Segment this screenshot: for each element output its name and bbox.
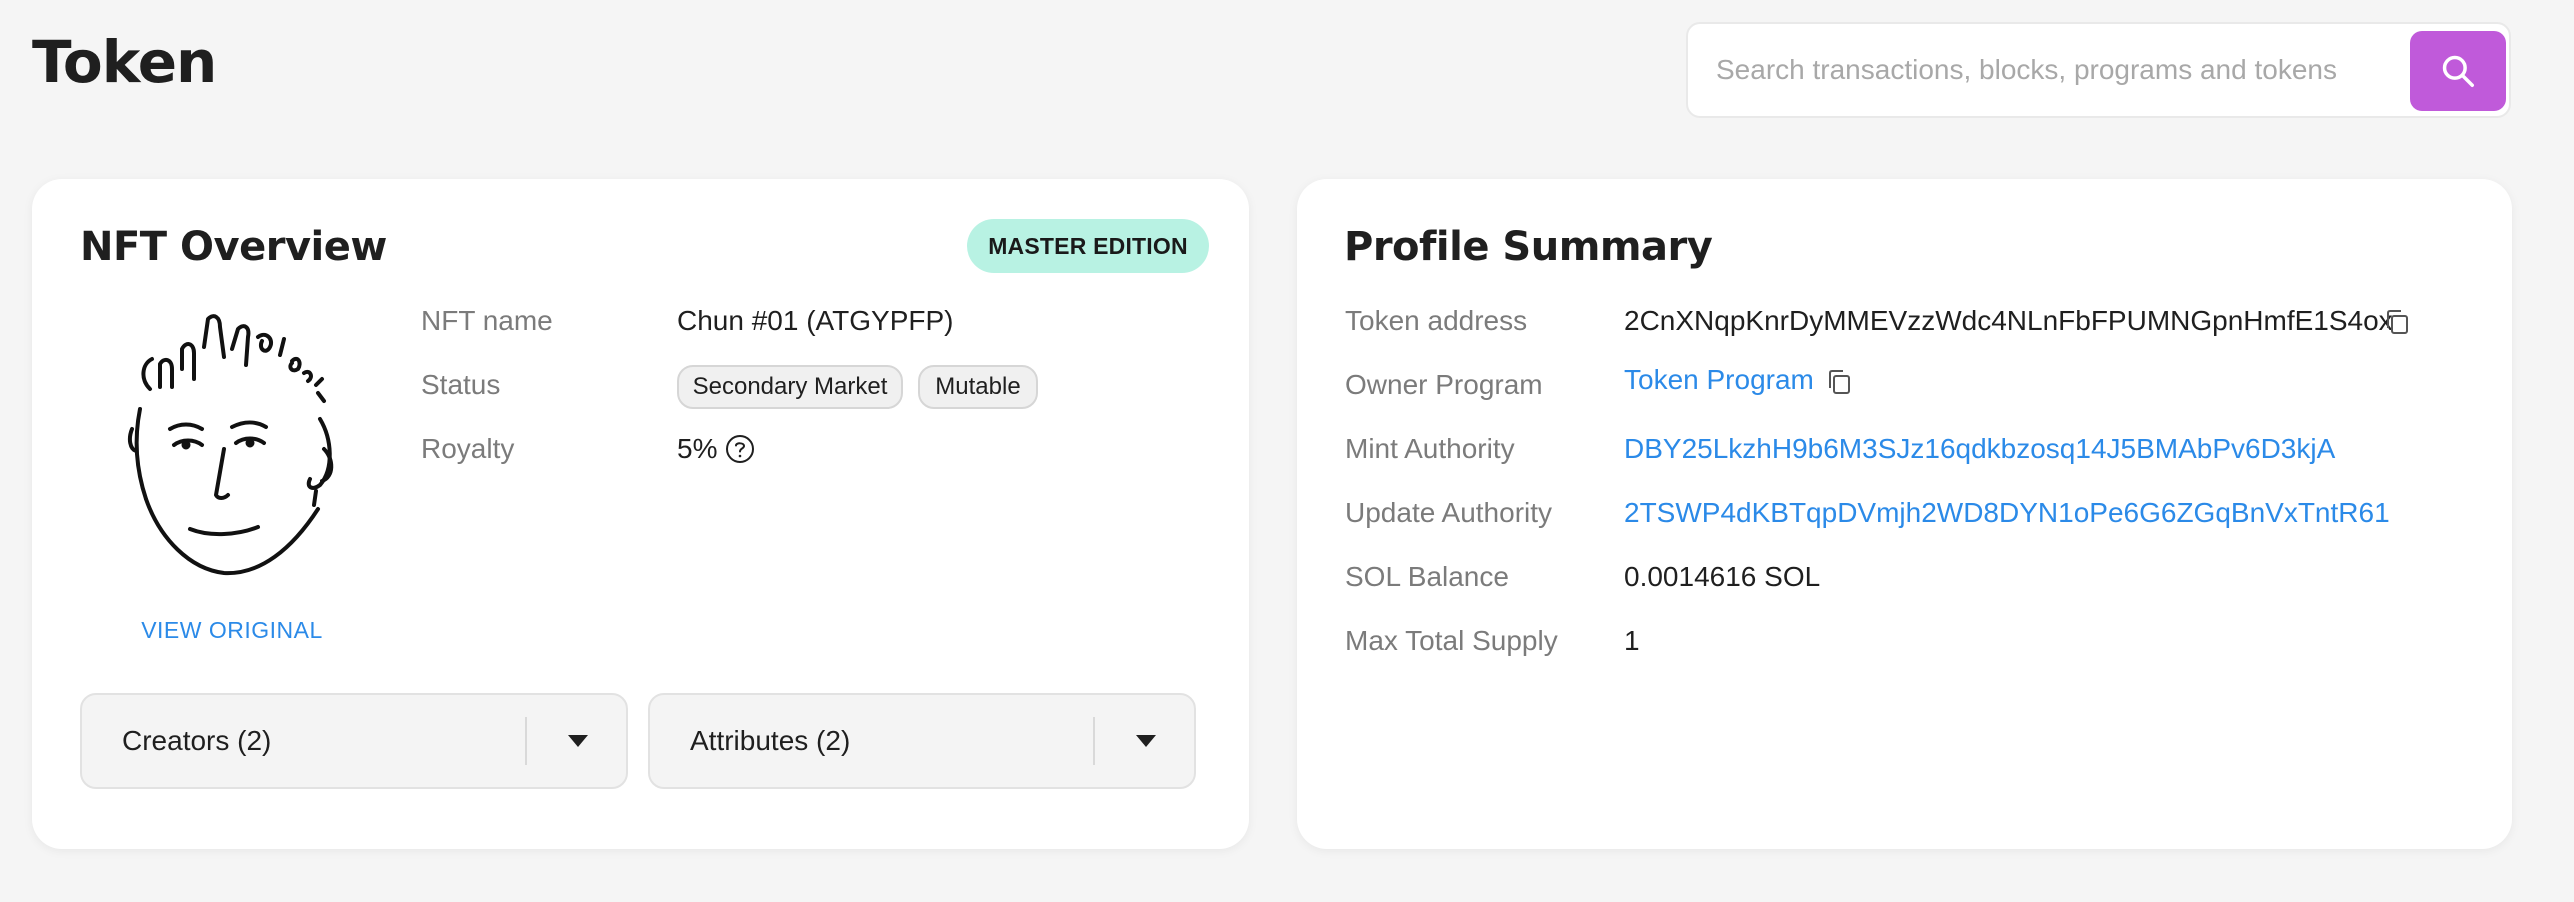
divider xyxy=(1093,717,1095,765)
sol-balance-label: SOL Balance xyxy=(1345,561,1509,592)
chevron-down-icon xyxy=(1136,735,1156,747)
chevron-down-icon xyxy=(568,735,588,747)
nft-avatar-image xyxy=(127,314,334,576)
view-original-link[interactable]: VIEW ORIGINAL xyxy=(92,617,372,644)
profile-summary-title: Profile Summary xyxy=(1344,224,1713,270)
creators-label: Creators (2) xyxy=(122,725,272,756)
divider xyxy=(525,717,527,765)
update-authority-link[interactable]: 2TSWP4dKBTqpDVmjh2WD8DYN1oPe6G6ZGqBnVxTn… xyxy=(1624,497,2390,529)
token-address-label: Token address xyxy=(1345,305,1528,336)
copy-icon[interactable] xyxy=(2383,307,2411,337)
max-total-supply-label: Max Total Supply xyxy=(1345,625,1558,656)
status-chip-mutable: Mutable xyxy=(918,365,1038,409)
mint-authority-link[interactable]: DBY25LkzhH9b6M3SJz16qdkbzosq14J5BMAbPv6D… xyxy=(1624,433,2335,465)
attributes-label: Attributes (2) xyxy=(690,725,851,756)
nft-name-label: NFT name xyxy=(421,305,553,336)
royalty-value: 5% xyxy=(677,433,718,464)
status-label: Status xyxy=(421,369,501,400)
sol-balance-value: 0.0014616 SOL xyxy=(1624,561,1821,592)
mint-authority-label: Mint Authority xyxy=(1345,433,1515,464)
update-authority-label: Update Authority xyxy=(1345,497,1553,528)
help-icon[interactable] xyxy=(725,434,755,464)
token-address-value: 2CnXNqpKnrDyMMEVzzWdc4NLnFbFPUMNGpnHmfE1… xyxy=(1624,305,2393,336)
owner-program-label: Owner Program xyxy=(1345,369,1543,400)
edition-badge: MASTER EDITION xyxy=(967,219,1209,273)
status-chip-secondary-market: Secondary Market xyxy=(677,365,903,409)
nft-overview-title: NFT Overview xyxy=(80,224,387,270)
page-title: Token xyxy=(32,28,217,96)
copy-icon[interactable] xyxy=(1825,367,1853,397)
royalty-label: Royalty xyxy=(421,433,515,464)
nft-name-value: Chun #01 (ATGYPFP) xyxy=(677,305,954,336)
nft-overview-card: NFT Overview MASTER EDITION VIEW ORIGINA… xyxy=(32,179,1249,849)
search-input[interactable] xyxy=(1716,42,2376,98)
search-bar xyxy=(1686,22,2511,118)
search-icon xyxy=(2442,55,2474,87)
attributes-accordion[interactable]: Attributes (2) xyxy=(648,693,1196,789)
creators-accordion[interactable]: Creators (2) xyxy=(80,693,628,789)
max-total-supply-value: 1 xyxy=(1624,625,1640,656)
search-button[interactable] xyxy=(2410,31,2506,111)
owner-program-link[interactable]: Token Program xyxy=(1624,364,1814,396)
profile-summary-card: Profile Summary Token address 2CnXNqpKnr… xyxy=(1297,179,2512,849)
